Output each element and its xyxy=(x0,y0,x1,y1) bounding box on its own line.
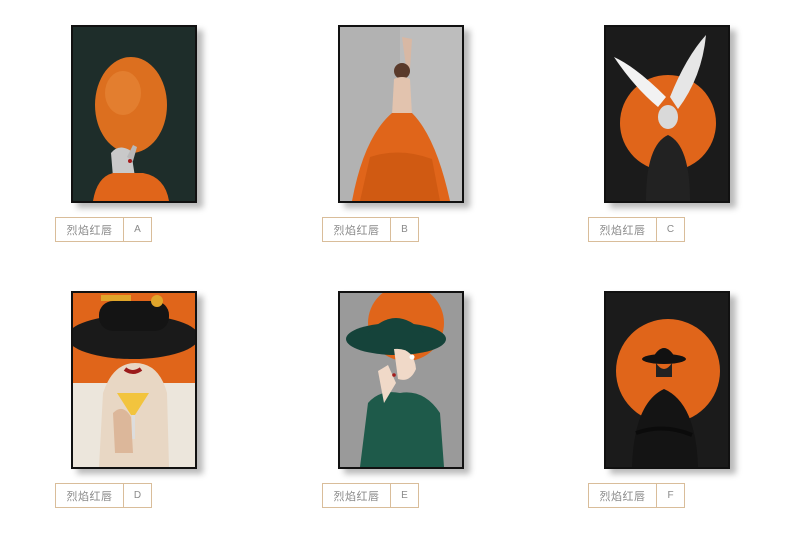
black-hat-cocktail-woman-painting-icon xyxy=(73,293,195,467)
framed-painting-b[interactable] xyxy=(338,25,464,203)
winged-figure-orange-sun-painting-icon xyxy=(606,27,728,201)
product-card-d[interactable]: 烈焰红唇 D xyxy=(55,291,271,511)
product-card-e[interactable]: 烈焰红唇 E xyxy=(322,291,538,511)
variant-letter: C xyxy=(666,224,675,235)
framed-painting-c[interactable] xyxy=(604,25,730,203)
framed-painting-f[interactable] xyxy=(604,291,730,469)
product-card-c[interactable]: 烈焰红唇 C xyxy=(588,25,800,245)
variant-letter: F xyxy=(667,490,674,501)
product-name: 烈焰红唇 xyxy=(589,484,657,507)
variant-letter: E xyxy=(401,490,408,501)
orange-balloon-woman-painting-icon xyxy=(73,27,195,201)
product-label-a: 烈焰红唇 A xyxy=(55,217,152,242)
product-name: 烈焰红唇 xyxy=(56,484,124,507)
variant-letter: B xyxy=(401,224,408,235)
product-name: 烈焰红唇 xyxy=(323,484,391,507)
variant-letter: D xyxy=(133,490,142,501)
product-label-c: 烈焰红唇 C xyxy=(588,217,685,242)
variant-letter: A xyxy=(134,224,141,235)
green-hat-woman-painting-icon xyxy=(340,293,462,467)
product-name: 烈焰红唇 xyxy=(589,218,657,241)
product-card-f[interactable]: 烈焰红唇 F xyxy=(588,291,800,511)
product-name: 烈焰红唇 xyxy=(56,218,124,241)
framed-painting-d[interactable] xyxy=(71,291,197,469)
ballerina-orange-dress-painting-icon xyxy=(340,27,462,201)
product-name: 烈焰红唇 xyxy=(323,218,391,241)
product-card-b[interactable]: 烈焰红唇 B xyxy=(322,25,538,245)
product-label-b: 烈焰红唇 B xyxy=(322,217,419,242)
framed-painting-a[interactable] xyxy=(71,25,197,203)
black-hat-orange-sun-painting-icon xyxy=(606,293,728,467)
product-label-d: 烈焰红唇 D xyxy=(55,483,152,508)
framed-painting-e[interactable] xyxy=(338,291,464,469)
product-label-e: 烈焰红唇 E xyxy=(322,483,419,508)
product-card-a[interactable]: 烈焰红唇 A xyxy=(55,25,271,245)
product-label-f: 烈焰红唇 F xyxy=(588,483,685,508)
